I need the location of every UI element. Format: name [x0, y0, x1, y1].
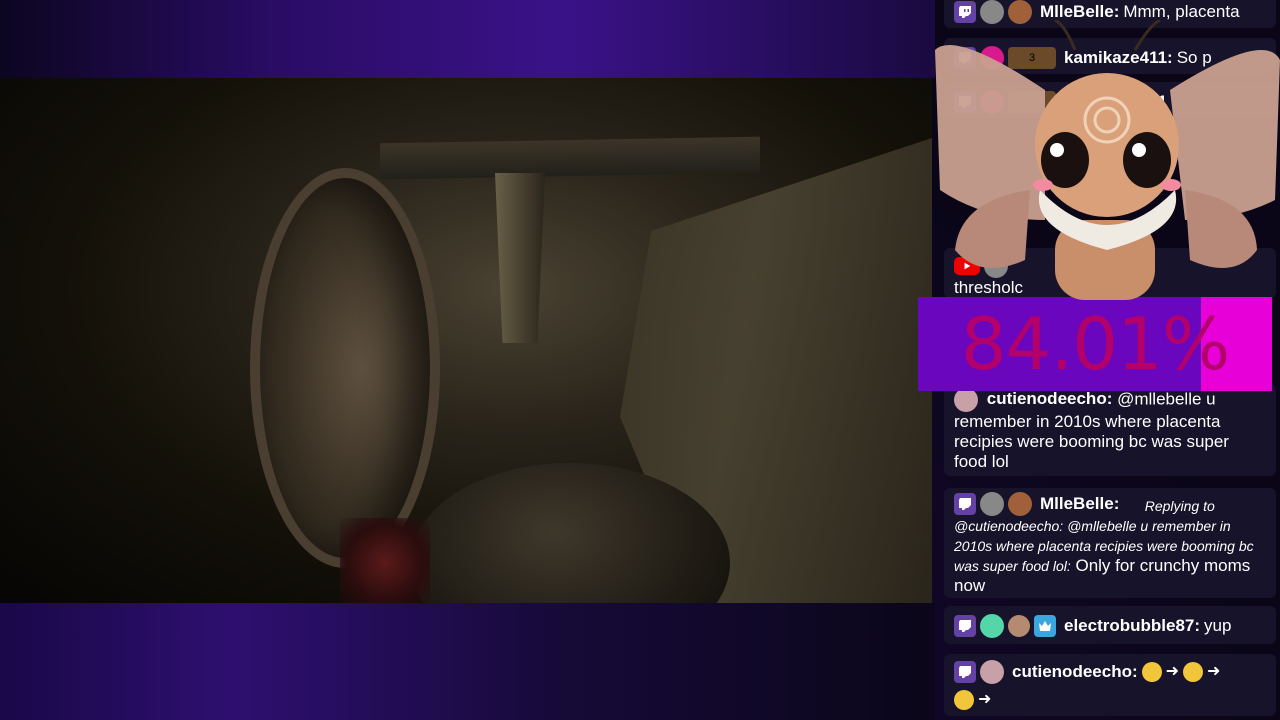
egg-icon	[1008, 615, 1030, 637]
twitch-icon	[954, 661, 976, 683]
game-vault-door	[250, 168, 440, 568]
crown-icon	[1034, 615, 1056, 637]
stream-top-band	[0, 0, 935, 78]
avatar	[980, 660, 1004, 684]
chat-text: Mmm, placenta	[1123, 2, 1240, 21]
avatar	[954, 388, 978, 412]
twitch-icon	[954, 615, 976, 637]
game-character	[340, 518, 430, 603]
game-beam	[380, 136, 760, 180]
stream-bottom-band	[0, 603, 935, 720]
arrow-icon: ➜	[1165, 663, 1180, 680]
chat-message: cutienodeecho: ➜ ➜ ➜	[944, 654, 1276, 716]
chat-text: yup	[1204, 616, 1232, 635]
chat-message: cutienodeecho: @mllebelle u remember in …	[944, 384, 1276, 476]
chat-username[interactable]: cutienodeecho:	[987, 389, 1113, 408]
moth-mascot-icon	[935, 20, 1280, 300]
chat-username[interactable]: electrobubble87:	[1064, 616, 1200, 636]
arrow-icon: ➜	[978, 691, 992, 708]
percent-meter: 84.01%	[918, 297, 1272, 391]
emoji-icon	[1141, 662, 1162, 682]
arrow-icon: ➜	[1207, 663, 1221, 680]
game-post	[495, 173, 545, 343]
emoji-icon	[1183, 662, 1204, 682]
meter-value: 84.01%	[960, 302, 1231, 386]
chat-username[interactable]: cutienodeecho:	[1012, 662, 1138, 682]
chat-message: electrobubble87: yup	[944, 606, 1276, 644]
chat-message: MlleBelle: Replying to @cutienodeecho: @…	[944, 488, 1276, 598]
chat-username[interactable]: MlleBelle:	[1040, 2, 1119, 22]
game-capture	[0, 78, 932, 603]
avatar	[980, 614, 1004, 638]
emoji-icon	[954, 690, 974, 710]
